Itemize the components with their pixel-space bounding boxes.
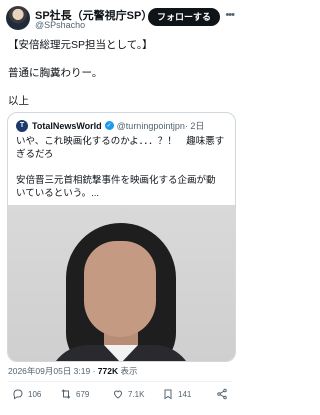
reply-button[interactable]: 106 <box>12 388 41 400</box>
tweet-header: SP社長（元警視庁SP） ✓ @SPshacho フォローする ••• <box>6 6 235 32</box>
reply-icon <box>13 389 23 400</box>
follow-button[interactable]: フォローする <box>147 8 220 26</box>
author-handle[interactable]: @SPshacho <box>35 20 85 30</box>
bookmark-button[interactable]: 141 <box>162 388 191 400</box>
tweet-datetime[interactable]: 2026年09月05日 3:19 · <box>8 366 98 376</box>
bookmark-count: 141 <box>178 389 192 399</box>
quoted-author-handle: @turningpointjpn <box>116 120 185 131</box>
quoted-tweet-header: T TotalNewsWorld ✓ @turningpointjpn · 2日 <box>16 119 204 132</box>
bookmark-icon <box>164 389 172 400</box>
like-button[interactable]: 7.1K <box>112 388 144 400</box>
tweet-meta: 2026年09月05日 3:19 · 772K 表示 <box>8 365 137 377</box>
quoted-text-2: 安倍晋三元首相銃撃事件を映画化する企画が動いているという。... <box>16 175 216 199</box>
quoted-verified-icon: ✓ <box>104 121 114 130</box>
share-icon <box>217 388 227 400</box>
action-bar: 106 679 7.1K 141 <box>8 388 232 406</box>
repost-icon <box>61 389 71 399</box>
quoted-avatar: T <box>16 119 28 132</box>
quoted-text: いや、これ映画化するのかよ．．．？！ 趣味悪すぎるだろ 安倍晋三元首相銃撃事件を… <box>16 135 225 200</box>
tweet-line-2: 普通に胸糞わりー。 <box>8 67 103 79</box>
more-options-icon[interactable]: ••• <box>225 9 235 21</box>
photo-face <box>84 241 156 337</box>
tweet-line-3: 以上 <box>8 95 29 107</box>
quoted-text-1: いや、これ映画化するのかよ．．．？！ 趣味悪すぎるだろ <box>16 136 225 160</box>
view-count: 772K <box>97 366 119 376</box>
heart-icon <box>113 390 123 399</box>
views-label: 表示 <box>118 366 138 376</box>
like-count: 7.1K <box>128 389 145 399</box>
share-button[interactable] <box>216 388 232 400</box>
quoted-photo[interactable] <box>8 205 235 361</box>
avatar[interactable] <box>6 6 30 30</box>
quoted-author-name: TotalNewsWorld <box>32 120 102 131</box>
repost-count: 679 <box>76 389 90 399</box>
divider <box>8 381 232 382</box>
quoted-tweet-card[interactable]: T TotalNewsWorld ✓ @turningpointjpn · 2日… <box>7 112 236 362</box>
reply-count: 106 <box>28 389 42 399</box>
tweet-line-1: 【安倍総理元SP担当として。】 <box>8 39 153 51</box>
repost-button[interactable]: 679 <box>60 388 89 400</box>
quoted-timestamp: · 2日 <box>184 121 205 131</box>
